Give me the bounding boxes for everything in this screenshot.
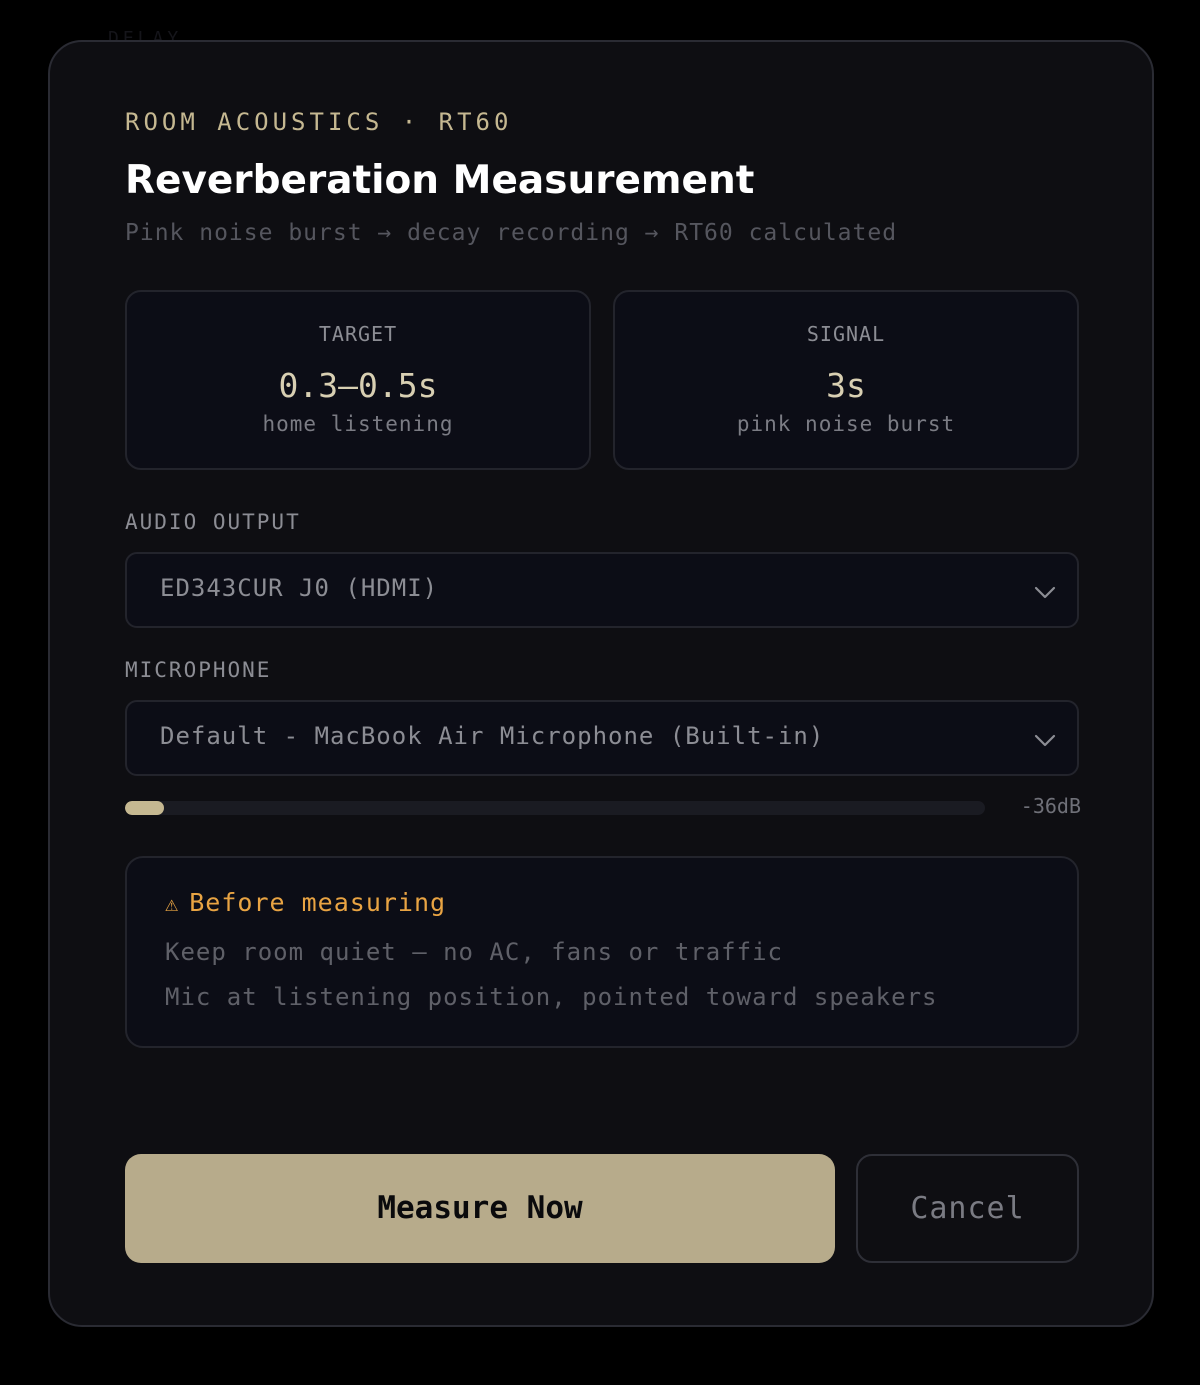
microphone-selected-value: Default - MacBook Air Microphone (Built-…: [160, 722, 825, 750]
signal-stat-card: SIGNAL 3s pink noise burst: [613, 290, 1079, 470]
audio-output-selected-value: ED343CUR J0 (HDMI): [160, 574, 439, 602]
dialog-eyebrow: ROOM ACOUSTICS · RT60: [125, 108, 513, 136]
target-stat-label: TARGET: [318, 322, 398, 346]
input-level-meter-fill: [125, 801, 164, 815]
target-stat-sub: home listening: [262, 412, 454, 436]
cancel-button[interactable]: Cancel: [856, 1154, 1079, 1263]
audio-output-select[interactable]: ED343CUR J0 (HDMI): [125, 552, 1079, 628]
chevron-down-icon: [1034, 734, 1056, 747]
microphone-label: MICROPHONE: [125, 658, 272, 682]
target-stat-card: TARGET 0.3–0.5s home listening: [125, 290, 591, 470]
notice-title: Before measuring: [189, 888, 447, 917]
before-measuring-notice: ⚠ Before measuring Keep room quiet — no A…: [125, 856, 1079, 1048]
signal-stat-label: SIGNAL: [806, 322, 886, 346]
signal-stat-value: 3s: [826, 366, 866, 405]
audio-output-label: AUDIO OUTPUT: [125, 510, 301, 534]
microphone-select[interactable]: Default - MacBook Air Microphone (Built-…: [125, 700, 1079, 776]
dialog-subtitle: Pink noise burst → decay recording → RT6…: [125, 220, 898, 246]
notice-heading: ⚠ Before measuring: [165, 888, 446, 917]
notice-line: Keep room quiet — no AC, fans or traffic: [165, 938, 783, 966]
measure-now-button[interactable]: Measure Now: [125, 1154, 835, 1263]
input-level-readout: -36dB: [1020, 794, 1081, 818]
input-level-meter: [125, 801, 985, 815]
signal-stat-sub: pink noise burst: [736, 412, 956, 436]
chevron-down-icon: [1034, 586, 1056, 599]
dialog-title: Reverberation Measurement: [125, 158, 755, 203]
rt60-measurement-dialog: ROOM ACOUSTICS · RT60 Reverberation Meas…: [48, 40, 1154, 1327]
notice-line: Mic at listening position, pointed towar…: [165, 983, 938, 1011]
warning-icon: ⚠: [165, 892, 180, 917]
target-stat-value: 0.3–0.5s: [278, 366, 438, 405]
